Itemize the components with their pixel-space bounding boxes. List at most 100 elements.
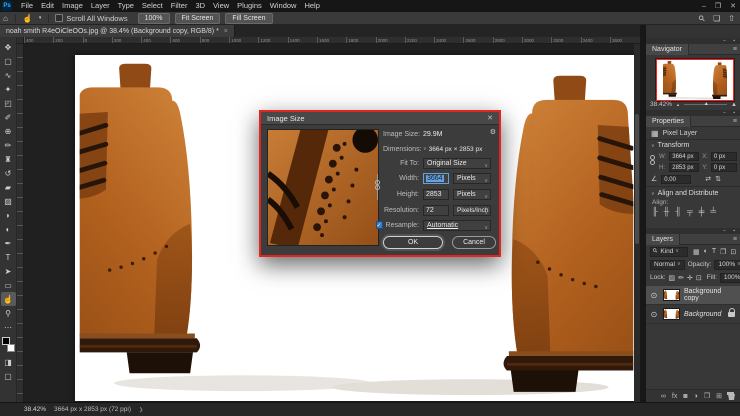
cancel-button[interactable]: Cancel (452, 236, 496, 249)
tool-icon[interactable]: ↺ (1, 166, 16, 180)
menu-item[interactable]: Select (138, 1, 167, 10)
tool-icon[interactable]: ▰ (1, 180, 16, 194)
flip-horizontal-icon[interactable]: ⇄ (705, 175, 711, 183)
menu-item[interactable]: Image (58, 1, 87, 10)
resample-checkbox[interactable]: ✓ (376, 221, 383, 229)
lock-icon[interactable]: ✛ (687, 274, 693, 282)
align-icon[interactable]: ╟ (652, 207, 658, 216)
filter-icon[interactable]: ❐ (720, 248, 726, 256)
layers-tab[interactable]: Layers (646, 234, 680, 245)
navigator-thumbnail[interactable] (656, 59, 734, 101)
panel-menu-icon[interactable]: ≡ (733, 46, 737, 53)
scrollbar-thumb[interactable] (635, 114, 639, 244)
menu-item[interactable]: File (17, 1, 37, 10)
tool-icon[interactable]: ◐ (1, 222, 16, 236)
navigator-zoom-slider[interactable]: ▲ (684, 104, 727, 105)
x-field[interactable]: 0 px (711, 152, 737, 161)
menu-item[interactable]: View (209, 1, 233, 10)
width-input[interactable]: 3664 (423, 173, 449, 184)
blend-mode-select[interactable]: Normal ∨ (650, 260, 685, 270)
hand-tool-preset-icon[interactable]: ☝ (23, 14, 33, 23)
ok-button[interactable]: OK (383, 236, 443, 249)
tool-icon[interactable]: T (1, 250, 16, 264)
navigator-tab[interactable]: Navigator (646, 44, 689, 55)
transform-section-header[interactable]: ∨ Transform (646, 140, 740, 151)
resolution-unit-select[interactable]: Pixels/Inch ∨ (453, 205, 491, 216)
panel-menu-icon[interactable]: ≡ (733, 236, 737, 243)
filter-icon[interactable]: ▦ (693, 248, 700, 256)
kind-filter-select[interactable]: ⚲ Kind ∨ (650, 247, 688, 257)
tool-icon[interactable]: ◨ (1, 355, 16, 369)
tool-icon[interactable]: ▨ (1, 194, 16, 208)
tool-icon[interactable]: ▢ (1, 54, 16, 68)
layer-row-background[interactable]: ⊙ Background (646, 305, 740, 324)
hand-tool-icon[interactable]: ☝ (1, 292, 16, 306)
opacity-select[interactable]: 100% ∨ (714, 260, 740, 270)
share-icon[interactable]: ⇧ (728, 14, 735, 23)
document-tab[interactable]: noah smith R4eOiCleOOs.jpg @ 38.4% (Back… (0, 25, 235, 37)
layers-action-icon[interactable]: ∞ (661, 393, 666, 400)
properties-tab[interactable]: Properties (646, 116, 691, 127)
layer-row-background-copy[interactable]: ⊙ Background copy (646, 286, 740, 305)
layers-action-icon[interactable]: ◑ (694, 393, 698, 400)
zoom-out-icon[interactable]: ▲ (676, 102, 680, 107)
dialog-preview-image[interactable] (267, 129, 379, 246)
zoom-in-icon[interactable]: ▲ (731, 102, 737, 108)
close-icon[interactable]: ✕ (730, 2, 736, 10)
tool-icon[interactable]: ∿ (1, 68, 16, 82)
minimize-icon[interactable]: – (702, 3, 706, 10)
search-icon[interactable]: ⚲ (697, 13, 708, 24)
eye-icon[interactable]: ⊙ (649, 310, 659, 319)
width-field[interactable]: 3664 px (669, 152, 699, 161)
scroll-all-windows-checkbox[interactable] (55, 14, 63, 22)
layer-name[interactable]: Background (684, 311, 721, 318)
layer-thumbnail[interactable] (663, 308, 680, 320)
layers-action-icon[interactable]: ◙ (683, 393, 687, 400)
align-section-header[interactable]: ∨ Align and Distribute (646, 188, 740, 199)
align-icon[interactable]: ╤ (687, 207, 693, 216)
home-icon[interactable]: ⌂ (3, 14, 8, 23)
lock-icon[interactable]: ⊡ (696, 274, 702, 282)
background-color-swatch[interactable] (7, 344, 15, 352)
tab-close-icon[interactable]: × (224, 28, 228, 35)
menu-item[interactable]: Filter (167, 1, 192, 10)
menu-item[interactable]: 3D (191, 1, 209, 10)
workspace-icon[interactable]: ❏ (713, 14, 720, 23)
menu-item[interactable]: Window (266, 1, 301, 10)
fill-screen-button[interactable]: Fill Screen (225, 13, 272, 24)
height-field[interactable]: 2853 px (669, 163, 699, 172)
tool-icon[interactable]: ▢ (1, 369, 16, 383)
angle-field[interactable]: 0.00 (661, 175, 691, 184)
delete-layer-icon[interactable] (728, 392, 735, 400)
dialog-close-icon[interactable]: ✕ (487, 114, 493, 122)
status-chevron-icon[interactable]: ❯ (139, 407, 143, 413)
y-field[interactable]: 0 px (711, 163, 737, 172)
tool-icon[interactable]: ◗ (1, 208, 16, 222)
align-icon[interactable]: ╪ (699, 207, 705, 216)
status-zoom-value[interactable]: 38.42% (24, 406, 46, 413)
fill-select[interactable]: 100% ∨ (720, 273, 740, 283)
resolution-input[interactable]: 72 (423, 205, 449, 216)
layer-name[interactable]: Background copy (684, 288, 738, 302)
dialog-title-bar[interactable]: Image Size ✕ (261, 112, 499, 125)
flip-vertical-icon[interactable]: ⇅ (715, 175, 721, 183)
foreground-color-swatch[interactable] (2, 337, 10, 345)
height-input[interactable]: 2853 (423, 189, 449, 200)
slider-thumb-icon[interactable]: ▲ (704, 101, 709, 107)
filter-icon[interactable]: T (712, 248, 716, 256)
height-unit-select[interactable]: Pixels ∨ (453, 189, 491, 200)
tool-icon[interactable]: ♜ (1, 152, 16, 166)
gear-icon[interactable]: ⚙ (490, 128, 496, 136)
filter-icon[interactable]: ◐ (704, 248, 708, 256)
color-swatches[interactable] (2, 337, 15, 352)
tool-icon[interactable]: ✦ (1, 82, 16, 96)
eye-icon[interactable]: ⊙ (649, 291, 659, 300)
navigator-zoom-value[interactable]: 38.42% (650, 101, 672, 108)
zoom-100-button[interactable]: 100% (138, 13, 170, 24)
tool-icon[interactable]: ◰ (1, 96, 16, 110)
tool-icon[interactable]: ➤ (1, 264, 16, 278)
restore-icon[interactable]: ❐ (715, 2, 721, 10)
filter-icon[interactable]: ⊡ (730, 248, 736, 256)
tool-icon[interactable]: ⚲ (1, 306, 16, 320)
align-icon[interactable]: ╧ (710, 207, 716, 216)
